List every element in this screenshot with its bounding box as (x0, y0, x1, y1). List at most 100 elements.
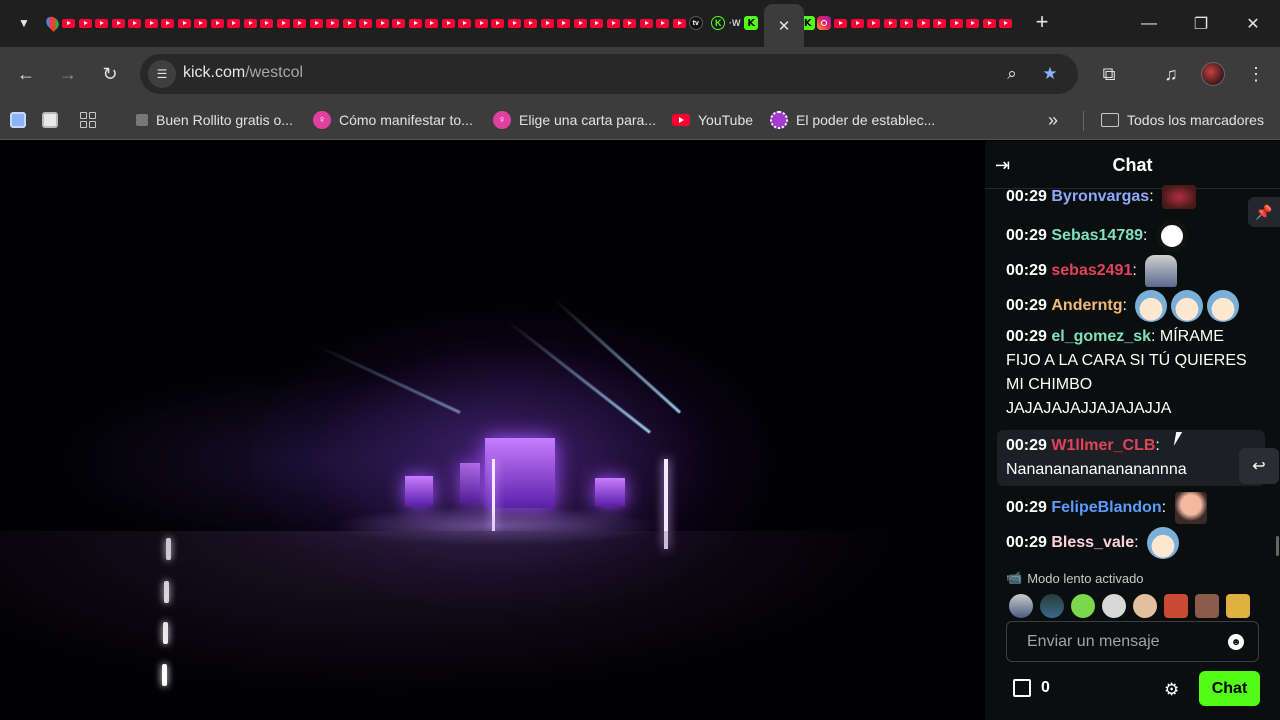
browser-tab[interactable] (948, 11, 965, 35)
browser-tab[interactable] (391, 11, 408, 35)
browser-tab[interactable] (899, 11, 916, 35)
browser-tab[interactable] (882, 11, 899, 35)
cat-emote-icon[interactable] (1102, 594, 1126, 618)
browser-tab[interactable] (998, 11, 1015, 35)
angry-emote-icon[interactable] (1164, 594, 1188, 618)
browser-tab[interactable] (143, 11, 160, 35)
gear-icon[interactable]: ⚙ (1164, 680, 1179, 700)
browser-tab[interactable] (407, 11, 424, 35)
new-tab-button[interactable]: + (1030, 11, 1054, 35)
more-bookmarks-button[interactable]: » (1048, 109, 1058, 131)
browser-tab[interactable] (325, 11, 342, 35)
browser-tab[interactable]: K (743, 11, 760, 35)
browser-tab[interactable]: K (710, 11, 727, 35)
browser-tab[interactable] (523, 11, 540, 35)
browser-tab[interactable] (176, 11, 193, 35)
browser-tab[interactable] (605, 11, 622, 35)
browser-tab[interactable] (457, 11, 474, 35)
blue-square-icon[interactable] (10, 109, 26, 131)
cat-face-emote-icon[interactable] (1133, 594, 1157, 618)
browser-tab[interactable] (226, 11, 243, 35)
browser-tab[interactable] (655, 11, 672, 35)
browser-tab[interactable] (110, 11, 127, 35)
chat-message-input[interactable] (1027, 632, 1217, 652)
message-username[interactable]: W1llmer_CLB (1051, 437, 1155, 454)
address-bar[interactable]: ☰ kick.com/westcol ⌕ ★ (140, 54, 1078, 94)
browser-tab[interactable] (473, 11, 490, 35)
browser-tab[interactable] (259, 11, 276, 35)
bookmark-item[interactable]: ♀ Cómo manifestar to... (313, 109, 473, 131)
all-bookmarks-button[interactable]: Todos los marcadores (1101, 109, 1264, 131)
reload-button[interactable]: ↻ (97, 61, 123, 87)
browser-tab[interactable] (440, 11, 457, 35)
browser-tab[interactable] (816, 11, 833, 35)
hat-emote-icon[interactable] (1040, 594, 1064, 618)
browser-tab[interactable] (275, 11, 292, 35)
browser-tab[interactable] (915, 11, 932, 35)
bookmark-item[interactable]: El poder de establec... (770, 109, 935, 131)
active-tab-close-icon[interactable]: ✕ (764, 4, 804, 47)
hands-emote-icon[interactable] (1226, 594, 1250, 618)
tab-search-chevron-icon[interactable]: ▼ (10, 9, 38, 37)
browser-tab[interactable] (358, 11, 375, 35)
bookmark-item[interactable]: ♀ Elige una carta para... (493, 109, 656, 131)
browser-tab[interactable] (61, 11, 78, 35)
extensions-icon[interactable]: ⧉ (1096, 61, 1122, 87)
bookmark-item[interactable]: YouTube (672, 109, 753, 131)
browser-tab[interactable] (671, 11, 688, 35)
browser-tab[interactable] (127, 11, 144, 35)
face-emote-icon[interactable] (1195, 594, 1219, 618)
browser-tab[interactable] (849, 11, 866, 35)
zoom-icon[interactable]: ⌕ (1000, 62, 1024, 86)
browser-tab[interactable] (556, 11, 573, 35)
frog-emote-icon[interactable] (1071, 594, 1095, 618)
dancer-emote-icon[interactable] (1009, 594, 1033, 618)
browser-tab[interactable]: tv (688, 11, 705, 35)
close-window-button[interactable]: ✕ (1226, 0, 1280, 47)
browser-tab[interactable] (572, 11, 589, 35)
bookmark-star-icon[interactable]: ★ (1038, 62, 1062, 86)
url-text[interactable]: kick.com/westcol (183, 64, 303, 82)
browser-tab[interactable] (160, 11, 177, 35)
minimize-button[interactable]: — (1122, 0, 1176, 47)
browser-tab[interactable] (539, 11, 556, 35)
message-username[interactable]: Anderntg (1051, 297, 1122, 314)
message-username[interactable]: Sebas14789 (1051, 227, 1143, 244)
browser-tab[interactable] (374, 11, 391, 35)
white-square-icon[interactable] (42, 109, 58, 131)
reply-icon[interactable]: ↩ (1239, 448, 1279, 484)
browser-tab[interactable] (589, 11, 606, 35)
media-control-icon[interactable]: ♫ (1158, 61, 1184, 87)
browser-tab[interactable] (490, 11, 507, 35)
message-username[interactable]: el_gomez_sk (1051, 328, 1151, 345)
message-username[interactable]: Bless_vale (1051, 534, 1134, 551)
browser-tab[interactable] (308, 11, 325, 35)
browser-tab[interactable] (981, 11, 998, 35)
browser-tab[interactable] (622, 11, 639, 35)
channel-points[interactable]: 0 (1013, 679, 1050, 697)
send-chat-button[interactable]: Chat (1199, 671, 1260, 706)
message-username[interactable]: sebas2491 (1051, 262, 1132, 279)
browser-tab[interactable] (209, 11, 226, 35)
browser-tab[interactable] (638, 11, 655, 35)
browser-tab[interactable] (932, 11, 949, 35)
video-player[interactable] (0, 141, 985, 720)
browser-tab[interactable] (341, 11, 358, 35)
browser-tab[interactable] (424, 11, 441, 35)
profile-avatar[interactable] (1201, 62, 1225, 86)
site-info-icon[interactable]: ☰ (148, 60, 176, 88)
chat-scrollbar[interactable] (1276, 536, 1279, 556)
restore-button[interactable]: ❐ (1174, 0, 1228, 47)
message-username[interactable]: FelipeBlandon (1051, 499, 1161, 516)
apps-grid-icon[interactable] (80, 109, 96, 131)
bookmark-item[interactable]: Buen Rollito gratis o... (136, 109, 293, 131)
menu-icon[interactable]: ⋮ (1243, 61, 1269, 87)
browser-tab[interactable] (242, 11, 259, 35)
forward-button[interactable]: → (55, 61, 81, 87)
back-button[interactable]: ← (13, 61, 39, 87)
browser-tab[interactable] (833, 11, 850, 35)
browser-tab[interactable] (292, 11, 309, 35)
browser-tab[interactable] (866, 11, 883, 35)
browser-tab[interactable]: ·W (727, 11, 744, 35)
browser-tab[interactable] (965, 11, 982, 35)
